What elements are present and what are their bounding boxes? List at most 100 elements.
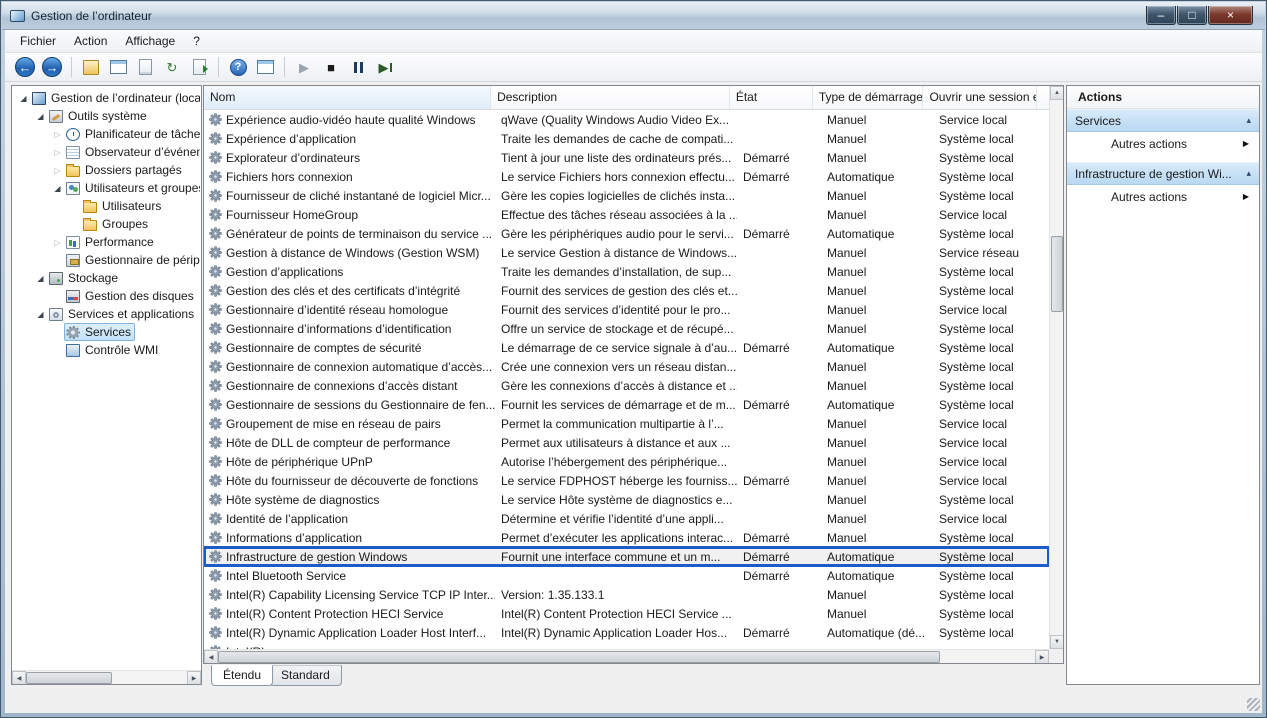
tree-item-performance[interactable]: ▷Performance [13,233,200,251]
scroll-down-button[interactable]: ▼ [1050,635,1064,649]
service-row-gestionnaire-de-sessions-du-gestionnaire-de-fen[interactable]: Gestionnaire de sessions du Gestionnaire… [204,395,1049,414]
tree-item-dossiers-partages[interactable]: ▷Dossiers partagés [13,161,200,179]
column-header-description[interactable]: Description [491,86,730,109]
tree-scroll-left-button[interactable]: ◀ [12,671,26,685]
service-row-fournisseur-homegroup[interactable]: Fournisseur HomeGroupEffectue des tâches… [204,205,1049,224]
service-row-experience-audio-video-haute-qualite-windows[interactable]: Expérience audio-vidéo haute qualité Win… [204,110,1049,129]
tree-expander-icon[interactable]: ◢ [17,94,30,103]
restart-service-button[interactable]: ▶ [373,55,397,79]
service-row-infrastructure-de-gestion-windows[interactable]: Infrastructure de gestion WindowsFournit… [204,547,1049,566]
action-group-header-infrastructure-de-gestion-wi[interactable]: Infrastructure de gestion Wi...▴ [1067,162,1259,185]
menu-item-fichier[interactable]: Fichier [11,31,65,51]
help-button[interactable]: ? [226,55,250,79]
tree-item-controle-wmi[interactable]: Contrôle WMI [13,341,200,359]
list-horizontal-scrollbar[interactable]: ◀ ▶ [204,649,1049,663]
service-row-gestionnaire-d-informations-d-identification[interactable]: Gestionnaire d’informations d’identifica… [204,319,1049,338]
tree-expander-icon[interactable]: ◢ [34,112,47,121]
tree-item-planificateur-de-taches[interactable]: ▷Planificateur de tâches [13,125,200,143]
menu-item-affichage[interactable]: Affichage [116,31,184,51]
service-row-gestionnaire-d-identite-reseau-homologue[interactable]: Gestionnaire d’identité réseau homologue… [204,300,1049,319]
tree-item-observateur-d-eveneme[interactable]: ▷Observateur d’événeme [13,143,200,161]
service-row-hote-de-dll-de-compteur-de-performance[interactable]: Hôte de DLL de compteur de performancePe… [204,433,1049,452]
service-row-gestion-a-distance-de-windows-gestion-wsm[interactable]: Gestion à distance de Windows (Gestion W… [204,243,1049,262]
tree-item-utilisateurs[interactable]: Utilisateurs [13,197,200,215]
tree-item-gestionnaire-de-periphe[interactable]: Gestionnaire de périphé [13,251,200,269]
tree-item-services[interactable]: Services [13,323,200,341]
column-header-etat[interactable]: État [730,86,813,109]
properties-button[interactable] [133,55,157,79]
service-row-experience-d-application[interactable]: Expérience d’applicationTraite les deman… [204,129,1049,148]
tab-standard[interactable]: Standard [269,665,342,686]
action-item-autres-actions[interactable]: Autres actions▶ [1067,185,1259,208]
tree-expander-icon[interactable]: ▷ [51,130,64,139]
service-row-identite-de-l-application[interactable]: Identité de l’applicationDétermine et vé… [204,509,1049,528]
start-service-button[interactable]: ▶ [292,55,316,79]
tree-scroll-right-button[interactable]: ▶ [187,671,201,685]
service-row-hote-systeme-de-diagnostics[interactable]: Hôte système de diagnosticsLe service Hô… [204,490,1049,509]
service-row-hote-du-fournisseur-de-decouverte-de-fonctions[interactable]: Hôte du fournisseur de découverte de fon… [204,471,1049,490]
refresh-button[interactable]: ↻ [160,55,184,79]
tree-item-groupes[interactable]: Groupes [13,215,200,233]
list-vertical-scrollbar[interactable]: ▲ ▼ [1049,86,1063,649]
tree-item-gestion-de-l-ordinateur-local[interactable]: ◢Gestion de l’ordinateur (local) [13,89,200,107]
service-row-groupement-de-mise-en-reseau-de-pairs[interactable]: Groupement de mise en réseau de pairsPer… [204,414,1049,433]
pause-service-button[interactable] [346,55,370,79]
minimize-button[interactable]: – [1146,6,1176,25]
tree-expander-icon[interactable]: ◢ [51,184,64,193]
service-row-intel-r-dynamic-application-loader-host-interf[interactable]: Intel(R) Dynamic Application Loader Host… [204,623,1049,642]
tree-scroll-thumb[interactable] [26,672,112,684]
close-button[interactable]: × [1208,6,1253,25]
back-button[interactable]: ← [13,55,37,79]
forward-button[interactable]: → [40,55,64,79]
tree-item-outils-systeme[interactable]: ◢Outils système [13,107,200,125]
tree-item-gestion-des-disques[interactable]: Gestion des disques [13,287,200,305]
service-row-informations-d-application[interactable]: Informations d’applicationPermet d’exécu… [204,528,1049,547]
action-pane-icon [257,60,274,74]
tree-expander-icon[interactable]: ▷ [51,166,64,175]
horizontal-scroll-thumb[interactable] [218,651,940,663]
service-row-gestionnaire-de-connexions-d-acces-distant[interactable]: Gestionnaire de connexions d’accès dista… [204,376,1049,395]
column-header-ouvrir-une-session-e[interactable]: Ouvrir une session e [923,86,1037,109]
tree-item-utilisateurs-et-groupes-l[interactable]: ◢Utilisateurs et groupes l [13,179,200,197]
service-row-generateur-de-points-de-terminaison-du-service[interactable]: Générateur de points de terminaison du s… [204,224,1049,243]
service-row-gestion-d-applications[interactable]: Gestion d’applicationsTraite les demande… [204,262,1049,281]
tree-expander-icon[interactable]: ◢ [34,310,47,319]
action-pane-button[interactable] [253,55,277,79]
column-header-nom[interactable]: Nom [204,86,491,109]
tree-expander-icon[interactable]: ▷ [51,148,64,157]
service-row-intel-bluetooth-service[interactable]: Intel Bluetooth ServiceDémarréAutomatiqu… [204,566,1049,585]
action-item-autres-actions[interactable]: Autres actions▶ [1067,132,1259,155]
vertical-scroll-thumb[interactable] [1051,236,1063,312]
console-window-button[interactable] [106,55,130,79]
service-row-gestionnaire-de-comptes-de-securite[interactable]: Gestionnaire de comptes de sécuritéLe dé… [204,338,1049,357]
export-button[interactable] [79,55,103,79]
export-list-button[interactable] [187,55,211,79]
tree-item-services-et-applications[interactable]: ◢Services et applications [13,305,200,323]
window-title: Gestion de l’ordinateur [31,9,152,23]
service-row-hote-de-peripherique-upnp[interactable]: Hôte de périphérique UPnPAutorise l’hébe… [204,452,1049,471]
titlebar[interactable]: Gestion de l’ordinateur – □ × [2,2,1265,30]
action-group-header-services[interactable]: Services▴ [1067,109,1259,132]
stop-service-button[interactable]: ■ [319,55,343,79]
tree-expander-icon[interactable]: ◢ [34,274,47,283]
service-row-explorateur-d-ordinateurs[interactable]: Explorateur d’ordinateursTient à jour un… [204,148,1049,167]
menu-item-item[interactable]: ? [184,31,209,51]
scroll-up-button[interactable]: ▲ [1050,86,1064,100]
tree-item-stockage[interactable]: ◢Stockage [13,269,200,287]
maximize-button[interactable]: □ [1177,6,1207,25]
service-row-gestion-des-cles-et-des-certificats-d-integrite[interactable]: Gestion des clés et des certificats d’in… [204,281,1049,300]
tree-horizontal-scrollbar[interactable]: ◀ ▶ [12,670,201,684]
resize-grip[interactable] [1247,698,1260,711]
service-row-gestionnaire-de-connexion-automatique-d-acces[interactable]: Gestionnaire de connexion automatique d’… [204,357,1049,376]
service-row-fichiers-hors-connexion[interactable]: Fichiers hors connexionLe service Fichie… [204,167,1049,186]
scroll-left-button[interactable]: ◀ [204,650,218,664]
service-row-intel-r[interactable]: Intel(R) [204,642,1049,649]
menu-item-action[interactable]: Action [65,31,116,51]
column-header-type-de-demarrage[interactable]: Type de démarrage [813,86,924,109]
tree-expander-icon[interactable]: ▷ [51,238,64,247]
service-row-intel-r-capability-licensing-service-tcp-ip-inter[interactable]: Intel(R) Capability Licensing Service TC… [204,585,1049,604]
scroll-right-button[interactable]: ▶ [1035,650,1049,664]
service-row-fournisseur-de-cliche-instantane-de-logiciel-micr[interactable]: Fournisseur de cliché instantané de logi… [204,186,1049,205]
service-row-intel-r-content-protection-heci-service[interactable]: Intel(R) Content Protection HECI Service… [204,604,1049,623]
tab-etendu[interactable]: Étendu [211,665,273,686]
